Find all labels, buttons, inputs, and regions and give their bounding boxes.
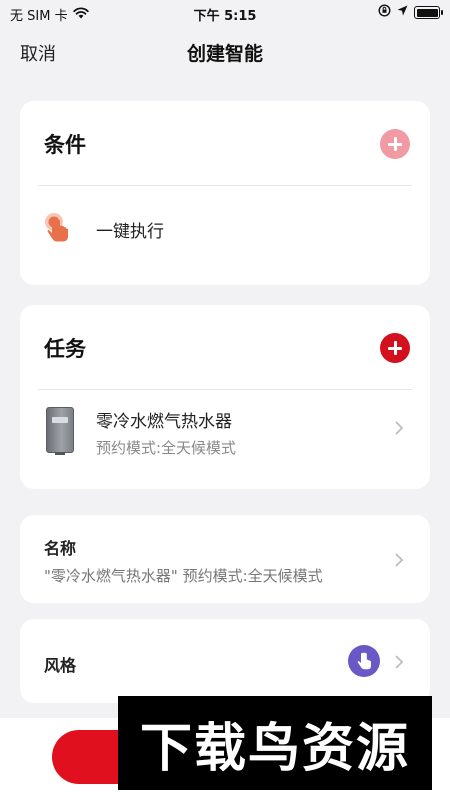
plus-icon — [388, 137, 402, 151]
device-mode: 预约模式:全天候模式 — [96, 439, 237, 457]
divider — [38, 389, 412, 390]
lock-rotation-icon — [378, 4, 391, 21]
page-title: 创建智能 — [186, 43, 263, 65]
chevron-right-icon — [394, 549, 404, 574]
status-bar: 无 SIM 卡 下午 5:15 — [0, 0, 450, 26]
device-name: 零冷水燃气热水器 — [96, 412, 232, 432]
watermark-banner: 下载鸟资源 — [118, 696, 432, 790]
location-arrow-icon — [397, 5, 408, 20]
condition-item-label: 一键执行 — [96, 222, 164, 242]
name-label: 名称 — [44, 539, 77, 558]
chevron-right-icon — [394, 417, 404, 442]
style-card[interactable]: 风格 — [20, 619, 430, 703]
hand-tap-icon — [44, 211, 72, 247]
condition-card: 条件 一键执行 — [20, 101, 430, 285]
name-card[interactable]: 名称 "零冷水燃气热水器" 预约模式:全天候模式 — [20, 515, 430, 603]
plus-icon — [388, 341, 402, 355]
name-value: "零冷水燃气热水器" 预约模式:全天候模式 — [44, 567, 323, 585]
add-condition-button[interactable] — [380, 129, 410, 159]
battery-icon — [414, 6, 443, 19]
add-task-button[interactable] — [380, 333, 410, 363]
divider — [38, 185, 412, 186]
nav-bar: 取消 创建智能 — [0, 30, 450, 74]
style-label: 风格 — [44, 656, 77, 675]
condition-title: 条件 — [44, 133, 86, 157]
water-heater-icon — [46, 407, 74, 455]
task-card: 任务 零冷水燃气热水器 预约模式:全天候模式 — [20, 305, 430, 489]
status-right — [378, 4, 443, 21]
chevron-right-icon — [394, 651, 404, 676]
task-title: 任务 — [44, 337, 86, 361]
style-icon — [348, 645, 380, 677]
